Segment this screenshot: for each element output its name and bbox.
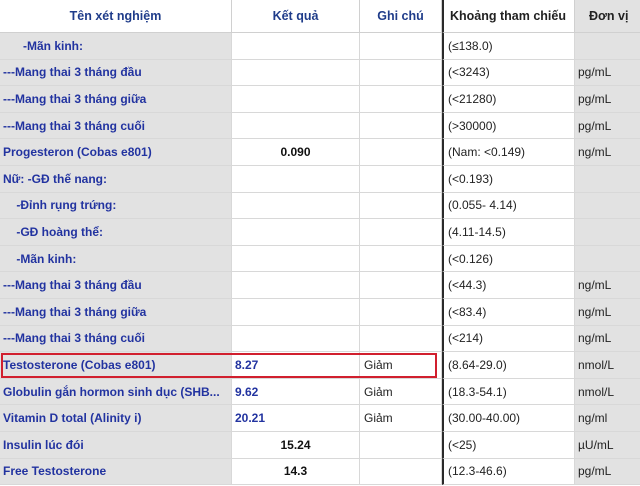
note-cell[interactable] — [360, 431, 442, 459]
test-name-cell[interactable]: Testosterone (Cobas e801) — [0, 352, 232, 379]
test-name-cell[interactable]: -Mãn kinh: — [0, 33, 232, 60]
test-name-cell[interactable]: ---Mang thai 3 tháng giữa — [0, 86, 232, 113]
note-cell[interactable]: Giảm — [360, 405, 442, 432]
unit-cell[interactable] — [575, 165, 640, 193]
note-cell[interactable] — [360, 139, 442, 166]
result-cell[interactable] — [232, 86, 360, 113]
reference-range-cell[interactable]: (<21280) — [442, 86, 575, 113]
result-cell[interactable] — [232, 272, 360, 299]
test-name-cell[interactable]: ---Mang thai 3 tháng cuối — [0, 325, 232, 353]
reference-range-cell[interactable]: (8.64-29.0) — [442, 352, 575, 379]
reference-range-cell[interactable]: (<0.193) — [442, 165, 575, 193]
unit-cell[interactable]: ng/mL — [575, 139, 640, 166]
reference-range-cell[interactable]: (<44.3) — [442, 272, 575, 299]
unit-cell[interactable] — [575, 33, 640, 60]
result-cell[interactable]: 15.24 — [232, 431, 360, 459]
result-cell[interactable]: 0.090 — [232, 139, 360, 166]
reference-range-cell[interactable]: (18.3-54.1) — [442, 378, 575, 406]
note-cell[interactable] — [360, 112, 442, 140]
result-cell[interactable] — [232, 219, 360, 246]
test-name-cell[interactable]: ---Mang thai 3 tháng đầu — [0, 59, 232, 87]
result-cell[interactable] — [232, 298, 360, 326]
note-cell[interactable] — [360, 458, 442, 486]
unit-cell[interactable] — [575, 245, 640, 273]
note-cell[interactable] — [360, 86, 442, 113]
note-cell[interactable]: Giảm — [360, 352, 442, 379]
result-cell[interactable] — [232, 165, 360, 193]
column-header-note[interactable]: Ghi chú — [360, 0, 442, 33]
test-name-cell[interactable]: ---Mang thai 3 tháng giữa — [0, 298, 232, 326]
reference-range-cell[interactable]: (<83.4) — [442, 298, 575, 326]
note-cell[interactable] — [360, 272, 442, 299]
unit-cell[interactable]: ng/mL — [575, 325, 640, 353]
unit-cell[interactable]: nmol/L — [575, 352, 640, 379]
test-name-cell[interactable]: ---Mang thai 3 tháng cuối — [0, 112, 232, 140]
note-cell[interactable]: Giảm — [360, 378, 442, 406]
result-cell[interactable] — [232, 325, 360, 353]
result-cell[interactable] — [232, 33, 360, 60]
test-name-cell[interactable]: ---Mang thai 3 tháng đầu — [0, 272, 232, 299]
note-cell[interactable] — [360, 165, 442, 193]
note-cell[interactable] — [360, 219, 442, 246]
reference-range-cell[interactable]: (0.055- 4.14) — [442, 192, 575, 220]
reference-range-cell[interactable]: (<25) — [442, 431, 575, 459]
note-cell[interactable] — [360, 325, 442, 353]
test-name-cell[interactable]: -Đỉnh rụng trứng: — [0, 192, 232, 220]
result-cell[interactable] — [232, 245, 360, 273]
result-cell[interactable] — [232, 59, 360, 87]
reference-range-cell[interactable]: (30.00-40.00) — [442, 405, 575, 432]
unit-cell[interactable]: pg/mL — [575, 458, 640, 486]
unit-cell[interactable]: pg/mL — [575, 112, 640, 140]
note-cell[interactable] — [360, 298, 442, 326]
test-name-cell[interactable]: Free Testosterone — [0, 458, 232, 486]
note-cell[interactable] — [360, 192, 442, 220]
unit-cell[interactable]: ng/mL — [575, 272, 640, 299]
result-cell[interactable] — [232, 192, 360, 220]
test-name-cell[interactable]: Progesteron (Cobas e801) — [0, 139, 232, 166]
result-cell[interactable] — [232, 112, 360, 140]
column-header-result[interactable]: Kết quả — [232, 0, 360, 33]
test-name-cell[interactable]: Nữ: -GĐ thế nang: — [0, 165, 232, 193]
test-name-cell[interactable]: -Mãn kinh: — [0, 245, 232, 273]
unit-cell[interactable]: pg/mL — [575, 86, 640, 113]
test-name-cell[interactable]: Globulin gắn hormon sinh dục (SHB... — [0, 378, 232, 406]
reference-range-cell[interactable]: (12.3-46.6) — [442, 458, 575, 486]
unit-cell[interactable]: µU/mL — [575, 431, 640, 459]
result-cell[interactable]: 14.3 — [232, 458, 360, 486]
result-cell[interactable]: 20.21 — [232, 405, 360, 432]
reference-range-cell[interactable]: (4.11-14.5) — [442, 219, 575, 246]
reference-range-cell[interactable]: (<0.126) — [442, 245, 575, 273]
note-cell[interactable] — [360, 59, 442, 87]
test-name-cell[interactable]: -GĐ hoàng thể: — [0, 219, 232, 246]
test-name-cell[interactable]: Vitamin D total (Alinity i) — [0, 405, 232, 432]
column-header-reference[interactable]: Khoảng tham chiếu — [442, 0, 575, 33]
unit-cell[interactable]: ng/ml — [575, 405, 640, 432]
unit-cell[interactable]: ng/mL — [575, 298, 640, 326]
note-cell[interactable] — [360, 33, 442, 60]
result-cell[interactable]: 9.62 — [232, 378, 360, 406]
unit-cell[interactable]: pg/mL — [575, 59, 640, 87]
reference-range-cell[interactable]: (<214) — [442, 325, 575, 353]
reference-range-cell[interactable]: (≤138.0) — [442, 33, 575, 60]
reference-range-cell[interactable]: (>30000) — [442, 112, 575, 140]
reference-range-cell[interactable]: (Nam: <0.149) — [442, 139, 575, 166]
column-header-name[interactable]: Tên xét nghiệm — [0, 0, 232, 33]
column-header-unit[interactable]: Đơn vị — [575, 0, 640, 33]
unit-cell[interactable] — [575, 192, 640, 220]
unit-cell[interactable] — [575, 219, 640, 246]
test-name-cell[interactable]: Insulin lúc đói — [0, 431, 232, 459]
note-cell[interactable] — [360, 245, 442, 273]
reference-range-cell[interactable]: (<3243) — [442, 59, 575, 87]
result-cell[interactable]: 8.27 — [232, 352, 360, 379]
unit-cell[interactable]: nmol/L — [575, 378, 640, 406]
lab-results-table: Tên xét nghiệm Kết quả Ghi chú Khoảng th… — [0, 0, 640, 486]
